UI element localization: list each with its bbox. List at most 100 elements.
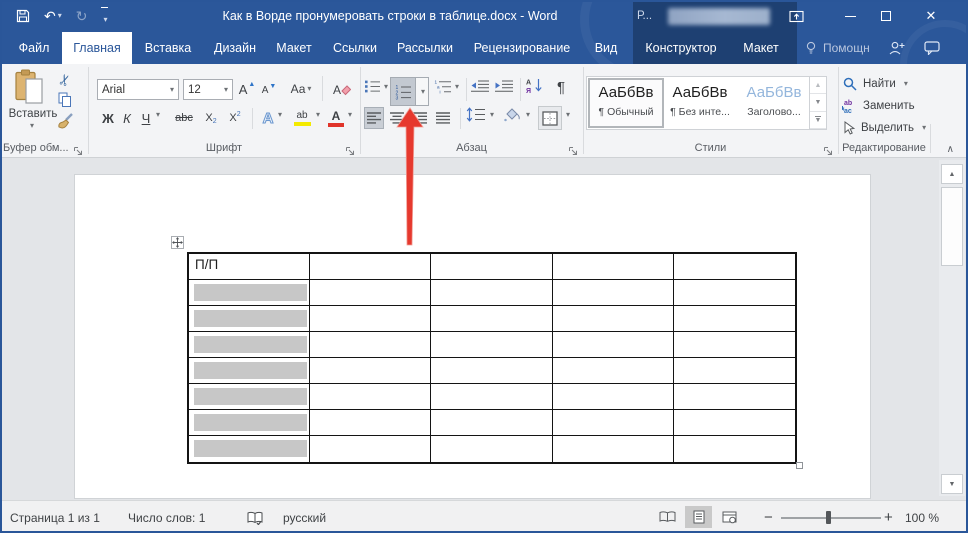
table-cell[interactable] (553, 358, 674, 383)
format-painter-button[interactable] (56, 112, 74, 130)
zoom-level[interactable]: 100 % (905, 501, 939, 533)
shrink-font-button[interactable]: А▼ (260, 80, 278, 100)
table-cell[interactable] (674, 436, 795, 462)
dialog-launcher-icon[interactable] (823, 143, 833, 153)
shading-button[interactable] (502, 107, 522, 123)
shading-dropdown[interactable]: ▾ (524, 111, 530, 119)
close-button[interactable]: ✕ (914, 0, 948, 32)
customize-qat-button[interactable]: ▾ (101, 7, 107, 25)
table-cell[interactable] (553, 410, 674, 435)
align-center-button[interactable] (387, 107, 407, 129)
tab-view[interactable]: Вид (582, 32, 630, 64)
decrease-indent-button[interactable] (470, 79, 490, 93)
table-cell[interactable] (431, 254, 552, 279)
table-row[interactable] (189, 436, 795, 462)
tab-review[interactable]: Рецензирование (464, 32, 580, 64)
table-row[interactable] (189, 410, 795, 436)
language-indicator[interactable]: русский (283, 501, 326, 533)
table-row[interactable] (189, 306, 795, 332)
sort-button[interactable]: АЯ (525, 77, 543, 94)
vertical-scrollbar[interactable]: ▲ ▼ (939, 160, 965, 496)
table-cell[interactable]: П/П (189, 254, 310, 279)
zoom-slider-handle[interactable] (826, 511, 831, 524)
multilevel-list-button[interactable]: 1ai (434, 79, 452, 94)
gallery-more-button[interactable]: ▼ (810, 112, 826, 129)
comments-button[interactable] (917, 32, 947, 64)
text-effects-button[interactable]: А (258, 107, 278, 129)
collapse-ribbon-button[interactable]: ∧ (947, 144, 954, 155)
zoom-out-button[interactable]: − (764, 501, 773, 533)
table-row[interactable] (189, 384, 795, 410)
replace-button[interactable]: abac Заменить (841, 97, 915, 115)
table-cell[interactable] (189, 358, 310, 383)
scrollbar-thumb[interactable] (941, 187, 963, 266)
subscript-button[interactable]: Х2 (200, 108, 222, 128)
table-cell[interactable] (553, 254, 674, 279)
strikethrough-button[interactable]: abc (170, 108, 198, 128)
multilevel-dropdown[interactable]: ▾ (453, 83, 459, 91)
minimize-button[interactable] (833, 0, 867, 32)
gallery-down-button[interactable]: ▼ (810, 94, 826, 111)
style-heading[interactable]: АаБбВв Заголово... (738, 80, 810, 126)
dialog-launcher-icon[interactable] (568, 143, 578, 153)
paste-dropdown[interactable]: ▾ (28, 122, 34, 130)
table-cell[interactable] (674, 254, 795, 279)
italic-button[interactable]: К (120, 108, 134, 128)
tab-home[interactable]: Главная (62, 32, 132, 64)
tab-references[interactable]: Ссылки (324, 32, 386, 64)
font-size-select[interactable]: 12▾ (183, 79, 233, 100)
word-count[interactable]: Число слов: 1 (128, 501, 205, 533)
tab-file[interactable]: Файл (8, 32, 60, 64)
table-cell[interactable] (431, 384, 552, 409)
table-cell[interactable] (674, 358, 795, 383)
table-cell[interactable] (674, 332, 795, 357)
copy-button[interactable] (58, 92, 72, 108)
text-effects-dropdown[interactable]: ▾ (276, 111, 282, 119)
table-resize-handle[interactable] (796, 462, 803, 469)
bullets-button[interactable] (364, 79, 381, 94)
line-spacing-dropdown[interactable]: ▾ (488, 111, 494, 119)
document-page[interactable]: П/П (75, 175, 870, 498)
zoom-slider-track[interactable] (781, 517, 881, 519)
bold-button[interactable]: Ж (100, 108, 116, 128)
table-cell[interactable] (431, 436, 552, 462)
print-layout-button[interactable] (685, 506, 712, 528)
table-cell[interactable] (310, 306, 431, 331)
web-layout-button[interactable] (716, 506, 743, 528)
numbering-dropdown[interactable]: ▾ (415, 78, 428, 105)
align-right-button[interactable] (410, 107, 430, 129)
numbering-button[interactable]: 123 ▾ (390, 77, 429, 106)
zoom-in-button[interactable]: + (884, 501, 893, 533)
tab-design[interactable]: Дизайн (204, 32, 266, 64)
table-cell[interactable] (431, 358, 552, 383)
proofing-status[interactable] (247, 501, 263, 533)
table-move-handle[interactable] (171, 236, 184, 249)
dialog-launcher-icon[interactable] (73, 143, 83, 153)
tab-table-design[interactable]: Конструктор (634, 32, 728, 64)
redo-button[interactable]: ↻ (76, 8, 88, 25)
bullets-dropdown[interactable]: ▾ (382, 83, 388, 91)
page-indicator[interactable]: Страница 1 из 1 (10, 501, 100, 533)
font-name-select[interactable]: Arial▾ (97, 79, 179, 100)
clear-formatting-button[interactable]: A (330, 77, 354, 101)
maximize-button[interactable] (869, 0, 903, 32)
table-row[interactable] (189, 280, 795, 306)
table-cell[interactable] (553, 384, 674, 409)
gallery-up-button[interactable]: ▲ (810, 77, 826, 94)
table-cell[interactable] (553, 280, 674, 305)
grow-font-button[interactable]: А▲ (238, 78, 256, 100)
justify-button[interactable] (433, 107, 453, 129)
ribbon-display-options-button[interactable] (779, 0, 813, 32)
scroll-down-button[interactable]: ▼ (941, 474, 963, 494)
font-color-button[interactable]: А (326, 106, 346, 130)
table-cell[interactable] (189, 410, 310, 435)
share-button[interactable] (884, 32, 910, 64)
table-cell[interactable] (553, 332, 674, 357)
highlight-dropdown[interactable]: ▾ (314, 111, 320, 119)
tell-me-button[interactable]: Помощн (805, 32, 870, 64)
table-cell[interactable] (189, 280, 310, 305)
table-cell[interactable] (553, 436, 674, 462)
table-cell[interactable] (431, 332, 552, 357)
table-cell[interactable] (310, 410, 431, 435)
table-cell[interactable] (431, 306, 552, 331)
